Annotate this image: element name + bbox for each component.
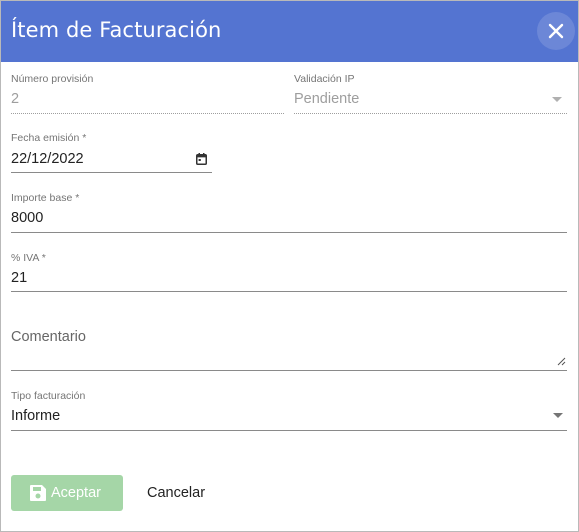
chevron-down-icon bbox=[552, 97, 562, 102]
fecha-emision-underline bbox=[11, 172, 212, 173]
comentario-textarea[interactable]: Comentario bbox=[11, 319, 567, 374]
cancel-button[interactable]: Cancelar bbox=[131, 475, 227, 511]
fecha-emision-label: Fecha emisión * bbox=[11, 132, 87, 144]
resize-handle-icon[interactable] bbox=[557, 357, 566, 366]
validacion-ip-select[interactable]: Validación IP Pendiente bbox=[294, 73, 567, 117]
comentario-underline bbox=[11, 370, 567, 371]
save-icon bbox=[30, 485, 46, 501]
numero-provision-field[interactable]: Número provisión 2 bbox=[11, 73, 284, 117]
numero-provision-value: 2 bbox=[11, 91, 20, 107]
importe-base-value: 8000 bbox=[11, 210, 44, 226]
validacion-ip-value: Pendiente bbox=[294, 91, 360, 107]
numero-provision-label: Número provisión bbox=[11, 73, 94, 85]
fecha-emision-value: 22/12/2022 bbox=[11, 151, 84, 167]
accept-button[interactable]: Aceptar bbox=[11, 475, 123, 511]
importe-base-field[interactable]: Importe base * 8000 bbox=[11, 192, 567, 236]
tipo-facturacion-value: Informe bbox=[11, 408, 61, 424]
cancel-button-label: Cancelar bbox=[147, 485, 206, 501]
close-icon bbox=[548, 23, 564, 39]
accept-button-label: Aceptar bbox=[51, 485, 101, 501]
tipo-facturacion-underline bbox=[11, 430, 567, 431]
calendar-icon[interactable] bbox=[196, 153, 207, 165]
validacion-ip-label: Validación IP bbox=[294, 73, 355, 85]
iva-label: % IVA * bbox=[11, 252, 46, 264]
tipo-facturacion-select[interactable]: Tipo facturación Informe bbox=[11, 390, 567, 434]
iva-field[interactable]: % IVA * 21 bbox=[11, 252, 567, 296]
iva-value: 21 bbox=[11, 270, 28, 286]
validacion-ip-underline bbox=[294, 113, 567, 114]
tipo-facturacion-label: Tipo facturación bbox=[11, 390, 86, 402]
numero-provision-underline bbox=[11, 113, 284, 114]
dialog-header: Ítem de Facturación bbox=[1, 1, 578, 62]
iva-underline bbox=[11, 291, 567, 292]
comentario-label: Comentario bbox=[11, 329, 86, 345]
fecha-emision-field[interactable]: Fecha emisión * 22/12/2022 bbox=[11, 132, 212, 176]
chevron-down-icon bbox=[553, 413, 563, 418]
importe-base-label: Importe base * bbox=[11, 192, 80, 204]
close-button[interactable] bbox=[537, 12, 575, 50]
dialog-title: Ítem de Facturación bbox=[11, 18, 222, 42]
importe-base-underline bbox=[11, 232, 567, 233]
billing-item-dialog: Ítem de Facturación Número provisión 2 V… bbox=[0, 0, 579, 532]
